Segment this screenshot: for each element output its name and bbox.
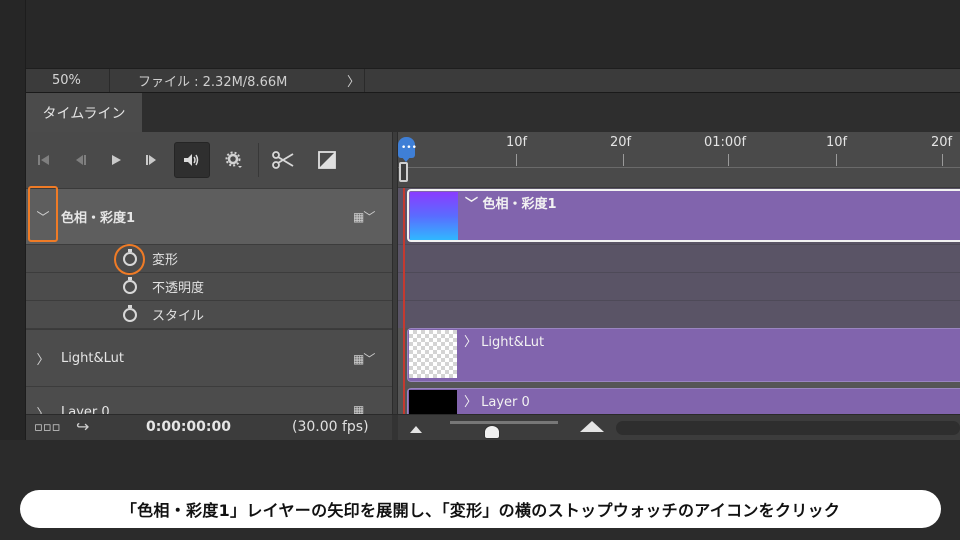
highlight-stopwatch <box>114 244 145 275</box>
tab-timeline[interactable]: タイムライン <box>26 93 142 133</box>
zoom-level[interactable]: 50% <box>26 69 110 92</box>
clip-label: 〉 Layer 0 <box>464 395 530 410</box>
ruler-label: 01:00f <box>704 135 747 150</box>
play-button[interactable] <box>98 142 134 178</box>
status-menu-arrow[interactable]: 〉 <box>347 69 360 92</box>
track-property-opacity <box>398 272 960 300</box>
layer-row-light-lut[interactable]: 〉 Light&Lut ▦﹀ <box>26 329 392 387</box>
render-video-icon[interactable]: ↪ <box>76 417 89 436</box>
transport-controls <box>26 132 392 188</box>
clip-thumbnail <box>409 390 457 414</box>
property-row-style: スタイル <box>26 301 392 329</box>
footer-divider <box>392 415 398 441</box>
stopwatch-icon[interactable] <box>123 276 137 294</box>
ruler-label: 20f <box>931 135 953 150</box>
stopwatch-icon[interactable] <box>123 304 137 322</box>
clip-thumbnail <box>410 192 458 240</box>
property-row-opacity: 不透明度 <box>26 273 392 301</box>
property-label: 不透明度 <box>152 281 205 296</box>
timeline-panel: ﹀ 色相・彩度1 ▦﹀ 変形 不透明度 スタイル 〉 Light&Lut ▦﹀ … <box>26 132 960 415</box>
frame-animation-convert-icon[interactable]: ▫▫▫ <box>34 420 60 435</box>
ruler-label: 20f <box>610 135 632 150</box>
gear-icon <box>225 151 242 168</box>
zoom-out-icon[interactable] <box>410 426 422 433</box>
previous-frame-icon <box>76 155 86 165</box>
clip-hue-saturation[interactable]: ﹀ 色相・彩度1 <box>407 189 960 242</box>
layer-row-hue-saturation[interactable]: ﹀ 色相・彩度1 ▦﹀ <box>26 189 392 245</box>
playhead-line <box>403 188 405 414</box>
playhead-handle[interactable]: ••• <box>398 137 417 162</box>
film-strip-icon[interactable]: ▦﹀ <box>353 208 375 225</box>
layer-name: 色相・彩度1 <box>61 211 136 226</box>
play-icon <box>112 155 121 165</box>
playhead-dots-icon: ••• <box>401 143 417 153</box>
current-timecode[interactable]: 0:00:00:00 <box>146 419 231 435</box>
next-frame-icon <box>146 155 156 165</box>
ruler-tick <box>623 154 624 166</box>
ruler-baseline <box>398 167 960 168</box>
frame-rate: (30.00 fps) <box>292 419 369 435</box>
split-at-playhead-button[interactable] <box>265 142 301 178</box>
status-bar: 50% ファイル : 2.32M/8.66M 〉 <box>26 68 960 92</box>
clip-label: 〉 Light&Lut <box>464 335 545 350</box>
layer-row-layer-0[interactable]: 〉 Layer 0 ▦ <box>26 387 392 415</box>
ruler-tick <box>516 154 517 166</box>
left-edge <box>0 0 26 440</box>
previous-frame-button[interactable] <box>62 142 98 178</box>
zoom-in-icon[interactable] <box>580 421 604 432</box>
ruler-tick <box>728 154 729 166</box>
scissors-icon <box>272 151 294 169</box>
audio-toggle-button[interactable] <box>174 142 210 178</box>
zoom-slider-thumb[interactable] <box>484 425 500 439</box>
instruction-caption: 「色相・彩度1」レイヤーの矢印を展開し、「変形」の横のストップウォッチのアイコン… <box>20 490 941 528</box>
property-label: 変形 <box>152 253 179 268</box>
expand-chevron-icon[interactable]: 〉 <box>36 349 50 368</box>
ruler-tick <box>942 154 943 166</box>
document-canvas-area <box>26 0 960 68</box>
next-frame-button[interactable] <box>134 142 170 178</box>
property-row-transform: 変形 <box>26 245 392 273</box>
timeline-tracks: 10f 20f 01:00f 10f 20f ﹀ 色相・彩度1 〉 Light&… <box>398 132 960 414</box>
zoom-slider-track[interactable] <box>450 421 558 424</box>
clip-light-lut[interactable]: 〉 Light&Lut <box>407 328 960 382</box>
transition-button[interactable] <box>309 142 345 178</box>
first-frame-button[interactable] <box>26 142 62 178</box>
highlight-expand-chevron <box>28 186 58 242</box>
file-info: ファイル : 2.32M/8.66M <box>138 75 288 90</box>
settings-button[interactable] <box>216 142 252 178</box>
timeline-footer: ▫▫▫ ↪ 0:00:00:00 (30.00 fps) <box>26 414 960 441</box>
clip-label: ﹀ 色相・彩度1 <box>465 197 557 212</box>
status-divider <box>364 69 365 92</box>
track-property-transform <box>398 244 960 272</box>
speaker-icon <box>184 154 199 166</box>
layer-name: Light&Lut <box>61 350 124 366</box>
ruler-tick <box>836 154 837 166</box>
clip-thumbnail <box>409 330 457 378</box>
track-property-style <box>398 300 960 328</box>
film-strip-icon[interactable]: ▦﹀ <box>353 350 375 367</box>
work-area-start-handle[interactable] <box>399 162 408 182</box>
transition-icon <box>318 151 336 169</box>
property-label: スタイル <box>152 309 205 324</box>
time-ruler[interactable]: 10f 20f 01:00f 10f 20f <box>398 132 960 188</box>
horizontal-scrollbar[interactable] <box>616 421 960 435</box>
ruler-label: 10f <box>826 135 848 150</box>
layers-list: ﹀ 色相・彩度1 ▦﹀ 変形 不透明度 スタイル 〉 Light&Lut ▦﹀ … <box>26 188 392 415</box>
panel-tab-bar: タイムライン <box>26 92 960 133</box>
first-frame-icon <box>38 155 49 165</box>
transport-divider <box>258 143 259 177</box>
ruler-label: 10f <box>506 135 528 150</box>
clip-layer-0[interactable]: 〉 Layer 0 <box>407 388 960 414</box>
